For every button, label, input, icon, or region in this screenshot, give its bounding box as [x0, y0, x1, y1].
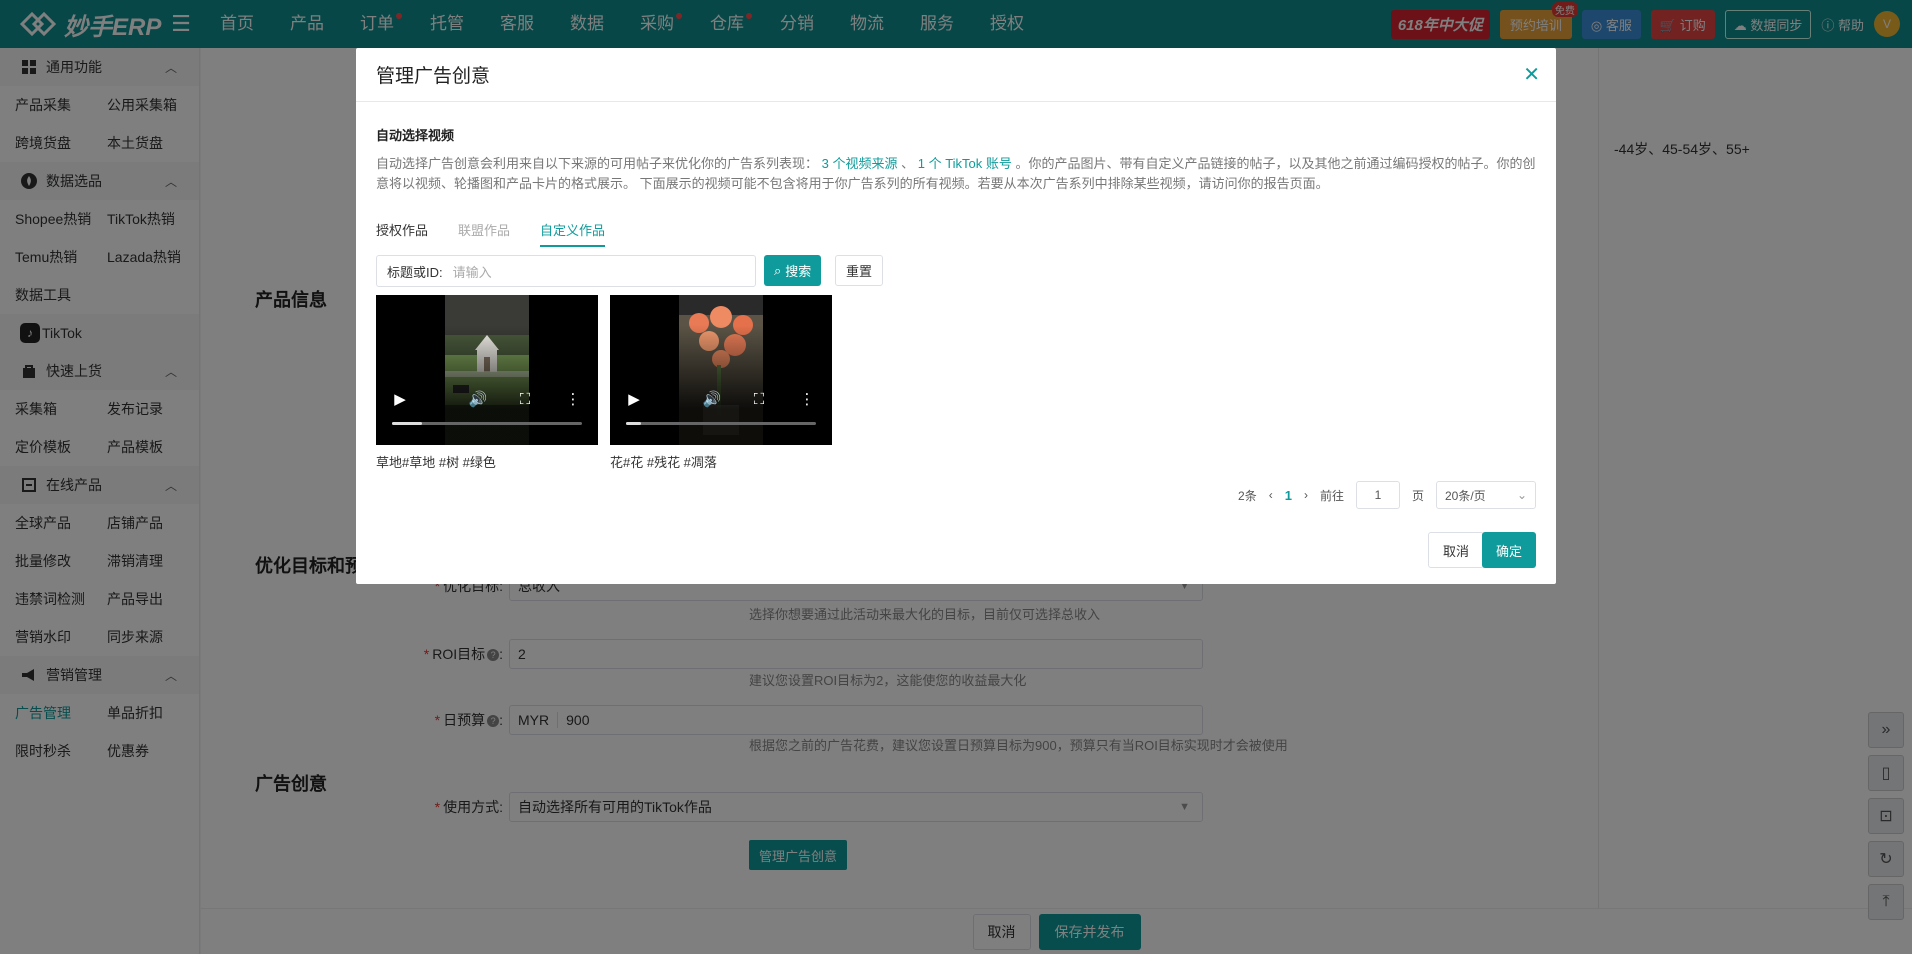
close-icon[interactable]: ✕	[1523, 62, 1540, 87]
play-icon[interactable]: ▶	[624, 389, 644, 409]
video-player[interactable]: ▶ 🔊 ⛶ ⋮	[610, 295, 832, 445]
more-icon[interactable]: ⋮	[797, 389, 817, 409]
current-page[interactable]: 1	[1285, 488, 1292, 503]
page-size-value: 20条/页	[1445, 488, 1486, 503]
play-icon[interactable]: ▶	[390, 389, 410, 409]
reset-button[interactable]: 重置	[835, 255, 884, 286]
fullscreen-icon[interactable]: ⛶	[749, 389, 769, 409]
modal-header: 管理广告创意	[356, 48, 1556, 102]
video-card: ▶ 🔊 ⛶ ⋮ 花#花 #残花 #凋落	[610, 295, 832, 471]
prev-page-icon[interactable]: ‹	[1269, 488, 1273, 502]
video-card: ▶ 🔊 ⛶ ⋮ 草地#草地 #树 #绿色	[376, 295, 598, 471]
next-page-icon[interactable]: ›	[1304, 488, 1308, 502]
progress-bar[interactable]	[626, 422, 816, 425]
search-label: 标题或ID:	[387, 264, 443, 280]
search-icon: ⌕	[774, 262, 782, 278]
modal-confirm-button[interactable]: 确定	[1481, 532, 1536, 568]
modal-cancel-button[interactable]: 取消	[1427, 532, 1484, 568]
page-jump-input[interactable]: 1	[1355, 481, 1400, 509]
tiktok-account-link[interactable]: 1 个 TikTok 账号	[918, 156, 1012, 171]
more-icon[interactable]: ⋮	[563, 389, 583, 409]
page-size-select[interactable]: 20条/页 ⌄	[1436, 481, 1536, 509]
video-sources-link[interactable]: 3 个视频来源	[822, 156, 898, 171]
search-input[interactable]: 标题或ID: 请输入	[376, 255, 756, 287]
fullscreen-icon[interactable]: ⛶	[515, 389, 535, 409]
video-caption: 花#花 #残花 #凋落	[610, 455, 717, 470]
modal-tabs: 授权作品 联盟作品 自定义作品	[376, 220, 606, 247]
progress-bar[interactable]	[392, 422, 582, 425]
total-count: 2条	[1238, 488, 1257, 503]
pagination: 2条 ‹ 1 › 前往 1 页 20条/页 ⌄	[1238, 481, 1536, 509]
goto-label: 前往	[1319, 488, 1344, 503]
page-unit-label: 页	[1411, 488, 1424, 503]
tab-affiliate[interactable]: 联盟作品	[458, 220, 510, 247]
volume-icon[interactable]: 🔊	[468, 389, 488, 409]
video-player[interactable]: ▶ 🔊 ⛶ ⋮	[376, 295, 598, 445]
search-button[interactable]: ⌕ 搜索	[764, 255, 822, 286]
modal-subtitle: 自动选择视频	[376, 128, 455, 143]
modal-title: 管理广告创意	[376, 66, 491, 87]
search-button-label: 搜索	[785, 264, 812, 279]
tab-custom[interactable]: 自定义作品	[540, 220, 606, 247]
chevron-down-icon: ⌄	[1516, 488, 1527, 502]
volume-icon[interactable]: 🔊	[702, 389, 722, 409]
manage-creative-modal: 管理广告创意 ✕ 自动选择视频 自动选择广告创意会利用来自以下来源的可用帖子来优…	[356, 48, 1556, 584]
modal-description: 自动选择广告创意会利用来自以下来源的可用帖子来优化你的广告系列表现： 3 个视频…	[376, 156, 1536, 191]
tab-authorized[interactable]: 授权作品	[376, 220, 428, 247]
video-caption: 草地#草地 #树 #绿色	[376, 455, 496, 470]
search-placeholder: 请输入	[452, 264, 492, 280]
